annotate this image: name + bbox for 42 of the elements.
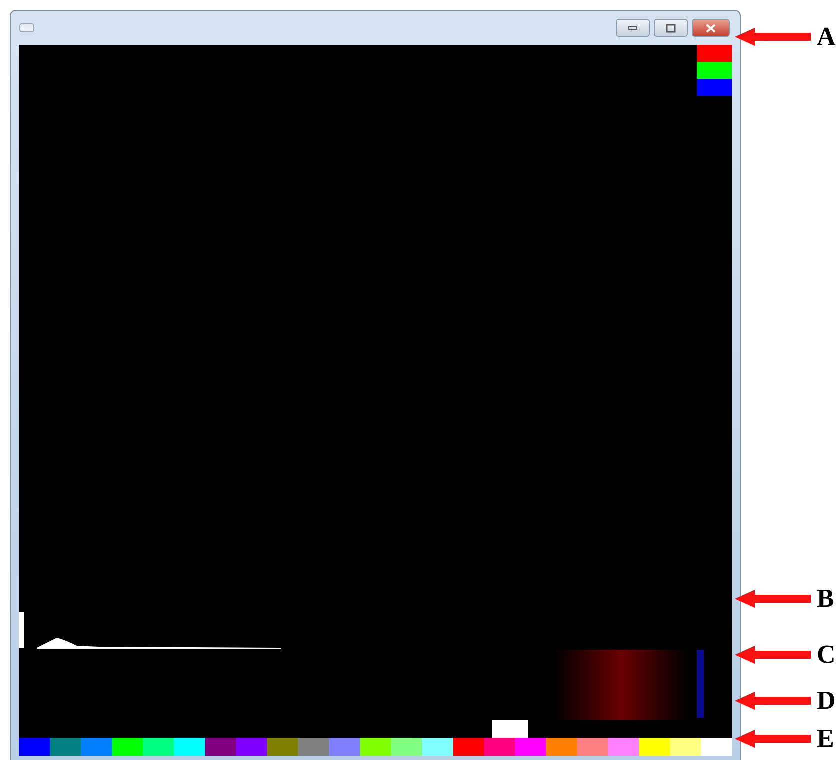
annotation-label: B — [817, 584, 834, 614]
palette-swatch[interactable] — [453, 738, 484, 756]
annotation-label: C — [817, 640, 836, 670]
palette-swatch[interactable] — [174, 738, 205, 756]
palette-swatch[interactable] — [50, 738, 81, 756]
palette-swatch[interactable] — [112, 738, 143, 756]
palette-swatch[interactable] — [670, 738, 701, 756]
palette-swatch[interactable] — [19, 738, 50, 756]
palette-swatch[interactable] — [546, 738, 577, 756]
palette-swatch[interactable] — [422, 738, 453, 756]
close-icon — [706, 24, 716, 32]
palette-swatch[interactable] — [298, 738, 329, 756]
annotation-label: E — [817, 724, 834, 754]
arrow-icon — [735, 730, 811, 748]
palette-swatch[interactable] — [236, 738, 267, 756]
close-button[interactable] — [692, 19, 730, 37]
maximize-button[interactable] — [654, 19, 688, 37]
palette-swatch[interactable] — [639, 738, 670, 756]
arrow-icon — [735, 692, 811, 710]
palette-swatch[interactable] — [205, 738, 236, 756]
level-bar — [697, 650, 704, 718]
maximize-icon — [666, 24, 676, 32]
app-icon — [19, 22, 35, 34]
palette-swatch[interactable] — [515, 738, 546, 756]
palette-swatch[interactable] — [608, 738, 639, 756]
arrow-icon — [735, 28, 811, 46]
minimize-button[interactable] — [616, 19, 650, 37]
arrow-icon — [735, 590, 811, 608]
annotation-label: D — [817, 686, 836, 716]
palette-swatch[interactable] — [484, 738, 515, 756]
palette-swatch[interactable] — [81, 738, 112, 756]
selection-marker — [492, 720, 528, 738]
palette-swatch[interactable] — [360, 738, 391, 756]
palette-swatch[interactable] — [143, 738, 174, 756]
annotation-label: A — [817, 22, 836, 52]
palette-swatch[interactable] — [329, 738, 360, 756]
minimize-icon — [628, 25, 638, 31]
palette-swatch[interactable] — [267, 738, 298, 756]
arrow-icon — [735, 646, 811, 664]
palette-swatch[interactable] — [577, 738, 608, 756]
palette-swatch[interactable] — [701, 738, 732, 756]
palette-swatch[interactable] — [391, 738, 422, 756]
